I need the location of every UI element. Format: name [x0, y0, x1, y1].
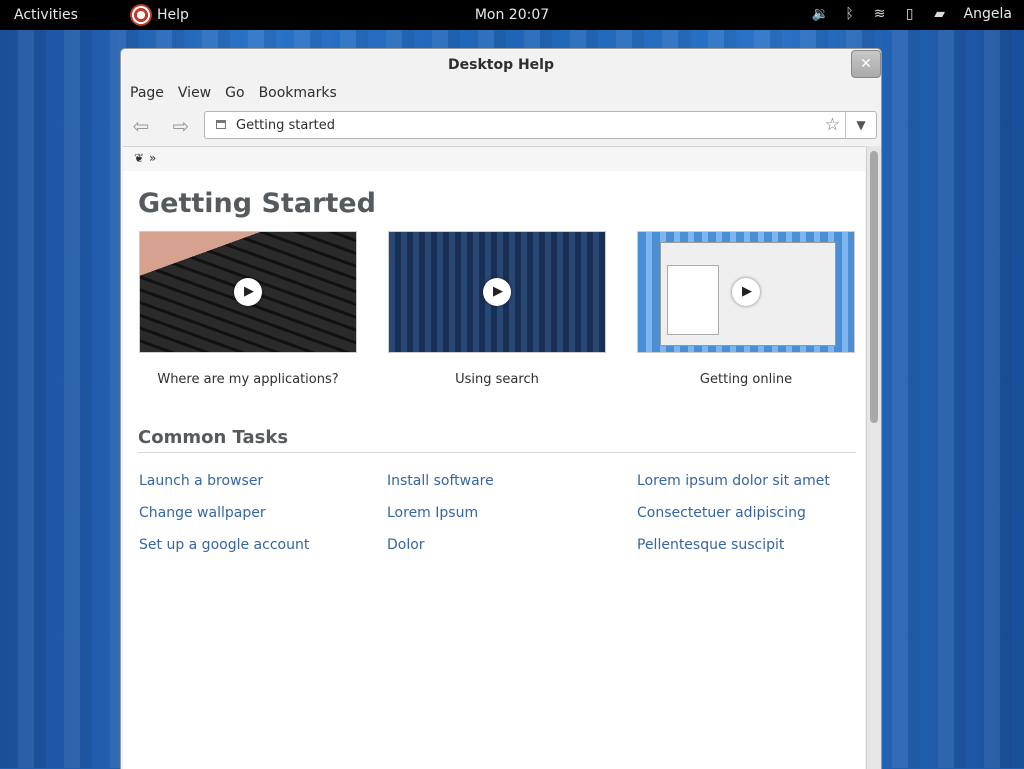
accounts-list-screenshot: [667, 265, 719, 335]
menu-go[interactable]: Go: [218, 81, 251, 109]
back-arrow-icon[interactable]: ⇦: [127, 115, 155, 139]
bluetooth-icon[interactable]: ᛒ: [842, 6, 858, 22]
video-thumbnail-search[interactable]: ▶: [388, 231, 606, 353]
task-link[interactable]: Lorem ipsum dolor sit amet: [637, 473, 830, 489]
task-link[interactable]: Dolor: [387, 537, 425, 553]
play-icon[interactable]: ▶: [234, 278, 262, 306]
toolbar: ⇦ ⇨ Getting started ☆ ▼: [121, 109, 881, 145]
page-icon: [216, 120, 226, 129]
star-icon[interactable]: ☆: [825, 115, 840, 135]
task-link[interactable]: Change wallpaper: [139, 505, 266, 521]
task-link[interactable]: Install software: [387, 473, 494, 489]
breadcrumb-separator: »: [149, 151, 157, 165]
video-caption: Getting online: [699, 372, 793, 387]
menu-bookmarks[interactable]: Bookmarks: [252, 81, 344, 109]
gnome-foot-icon[interactable]: ❦: [134, 151, 144, 165]
system-tray: 🔉 ᛒ ≋ ▯ ▰ Angela: [812, 6, 1012, 22]
volume-icon[interactable]: 🔉: [812, 6, 829, 22]
window-title: Desktop Help: [448, 57, 554, 73]
video-thumbnail-online[interactable]: ▶: [637, 231, 855, 353]
breadcrumb: ❦ »: [123, 146, 865, 172]
top-bar: Activities Help Mon 20:07 🔉 ᛒ ≋ ▯ ▰ Ange…: [0, 0, 1024, 30]
help-window: Desktop Help ✕ Page View Go Bookmarks ⇦ …: [120, 48, 882, 769]
help-content: Getting Started ▶ ▶ ▶ Where are my appli…: [123, 171, 865, 769]
task-link[interactable]: Consectetuer adipiscing: [637, 505, 806, 521]
play-icon[interactable]: ▶: [732, 278, 760, 306]
task-link[interactable]: Lorem Ipsum: [387, 505, 478, 521]
section-title: Common Tasks: [138, 427, 856, 453]
location-text[interactable]: Getting started: [236, 118, 335, 133]
video-caption: Using search: [455, 372, 539, 387]
close-icon[interactable]: ✕: [851, 50, 881, 78]
battery-icon[interactable]: ▯: [902, 6, 918, 22]
location-bar[interactable]: Getting started ☆ ▼: [204, 111, 877, 139]
user-menu[interactable]: Angela: [964, 6, 1012, 22]
video-thumbnail-applications[interactable]: ▶: [139, 231, 357, 353]
menu-page[interactable]: Page: [123, 81, 171, 109]
page-title: Getting Started: [138, 188, 376, 219]
forward-arrow-icon[interactable]: ⇨: [167, 115, 195, 139]
scrollbar-thumb[interactable]: [870, 151, 878, 423]
video-caption: Where are my applications?: [157, 372, 339, 387]
play-icon[interactable]: ▶: [483, 278, 511, 306]
scrollbar[interactable]: [866, 146, 881, 769]
chat-icon[interactable]: ▰: [932, 6, 948, 22]
task-link[interactable]: Launch a browser: [139, 473, 263, 489]
task-link[interactable]: Pellentesque suscipit: [637, 537, 784, 553]
wifi-icon[interactable]: ≋: [872, 6, 888, 22]
menu-bar: Page View Go Bookmarks: [121, 81, 881, 109]
task-link[interactable]: Set up a google account: [139, 537, 309, 553]
chevron-down-icon[interactable]: ▼: [845, 112, 876, 138]
title-bar: Desktop Help ✕: [121, 49, 881, 81]
menu-view[interactable]: View: [171, 81, 218, 109]
